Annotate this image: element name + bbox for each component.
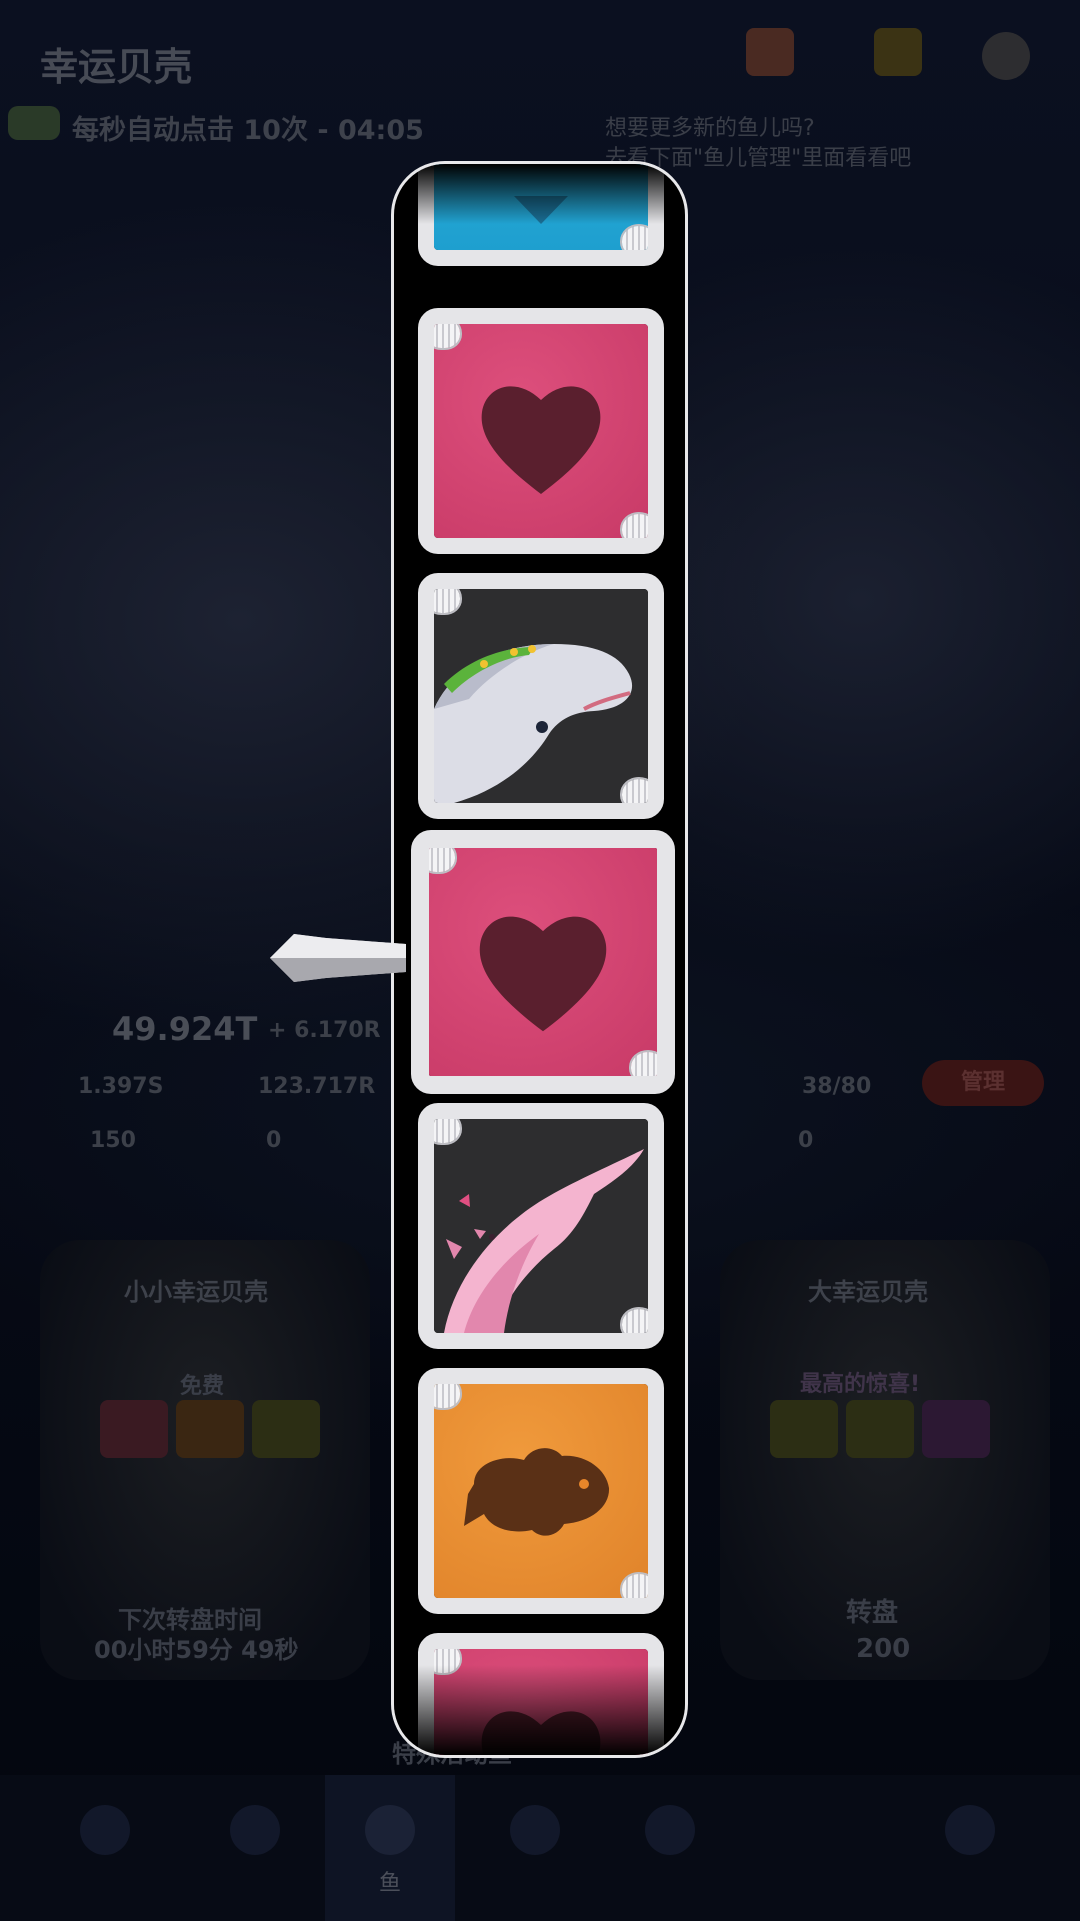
reel-fade-top (394, 164, 685, 224)
quest-icon (645, 1805, 695, 1855)
tickets-stat: 0 (798, 1128, 814, 1153)
nav-tab-fish-label: 鱼 (378, 1871, 401, 1896)
manage-button[interactable]: 管理 (922, 1060, 1044, 1106)
pink-dolphin-icon (444, 1149, 644, 1333)
trophy-icon[interactable] (874, 28, 922, 76)
big-shell-title: 大幸运贝壳 (808, 1278, 928, 1306)
nav-tab-event[interactable] (905, 1775, 1035, 1921)
tip-line-1: 想要更多新的鱼儿吗? (605, 116, 815, 141)
reel-tile-heart (418, 308, 664, 554)
bottom-nav: 鱼 (0, 1775, 1080, 1921)
shell-corner-icon (622, 1574, 648, 1598)
shell-corner-icon (622, 1309, 648, 1333)
fish-icon (365, 1805, 415, 1855)
reel-tile-heart-selected (411, 830, 675, 1094)
shop-icon (80, 1805, 130, 1855)
big-shell-slot-purple (922, 1400, 990, 1458)
reel-tile-white-whale (418, 573, 664, 819)
small-shell-badge: 免费 (180, 1374, 225, 1399)
auto-click-status: 每秒自动点击 10次 - 04:05 (72, 115, 424, 146)
white-whale-icon (434, 644, 633, 803)
slot-reel (391, 161, 688, 1758)
clownfish-icon (464, 1448, 610, 1536)
heart-icon (479, 916, 607, 1032)
shell-corner-icon (429, 848, 455, 872)
upgrade-icon (230, 1805, 280, 1855)
currency-value: 49.924T (112, 1010, 258, 1048)
shell-corner-icon (631, 1052, 657, 1076)
auto-click-icon (8, 106, 60, 140)
fish-count-stat: 38/80 (802, 1074, 872, 1099)
event-icon (945, 1805, 995, 1855)
decor-icon (510, 1805, 560, 1855)
taps-stat: 1.397S (78, 1074, 164, 1099)
big-shell-slot-turtle-2 (846, 1400, 914, 1458)
album-icon[interactable] (746, 28, 794, 76)
reel-tile-pink-dolphin (418, 1103, 664, 1349)
level-stat: 150 (90, 1128, 136, 1153)
small-shell-slot-heart (100, 1400, 168, 1458)
nav-tab-decor[interactable] (470, 1775, 600, 1921)
shell-corner-icon (434, 589, 460, 613)
shell-corner-icon (622, 226, 648, 250)
big-shell-slot-turtle (770, 1400, 838, 1458)
heart-icon (481, 386, 601, 494)
big-shell-cost: 200 (856, 1634, 911, 1664)
small-shell-slot-fish (176, 1400, 244, 1458)
reel-pointer-arrow-icon (270, 934, 406, 982)
next-spin-time: 00小时59分 49秒 (94, 1636, 299, 1664)
reel-fade-bottom (394, 1665, 685, 1755)
small-shell-slot-turtle (252, 1400, 320, 1458)
gems-stat: 0 (266, 1128, 282, 1153)
gear-icon[interactable] (982, 32, 1030, 80)
nav-tab-upgrade[interactable] (190, 1775, 320, 1921)
small-shell-title: 小小幸运贝壳 (124, 1278, 268, 1306)
nav-tab-shop[interactable] (40, 1775, 170, 1921)
currency-rate: + 6.170R (268, 1018, 381, 1043)
nav-tab-fish[interactable]: 鱼 (325, 1775, 455, 1921)
reel-strip (394, 164, 685, 1755)
page-title: 幸运贝壳 (40, 45, 193, 89)
coins-stat: 123.717R (258, 1074, 376, 1099)
shell-corner-icon (434, 324, 460, 348)
reel-tile-clownfish (418, 1368, 664, 1614)
nav-tab-quest[interactable] (605, 1775, 735, 1921)
shell-corner-icon (434, 1119, 460, 1143)
shell-corner-icon (434, 1384, 460, 1408)
big-shell-spin-label: 转盘 (846, 1598, 899, 1628)
shell-corner-icon (622, 514, 648, 538)
shell-corner-icon (622, 779, 648, 803)
big-shell-badge: 最高的惊喜! (800, 1372, 921, 1397)
